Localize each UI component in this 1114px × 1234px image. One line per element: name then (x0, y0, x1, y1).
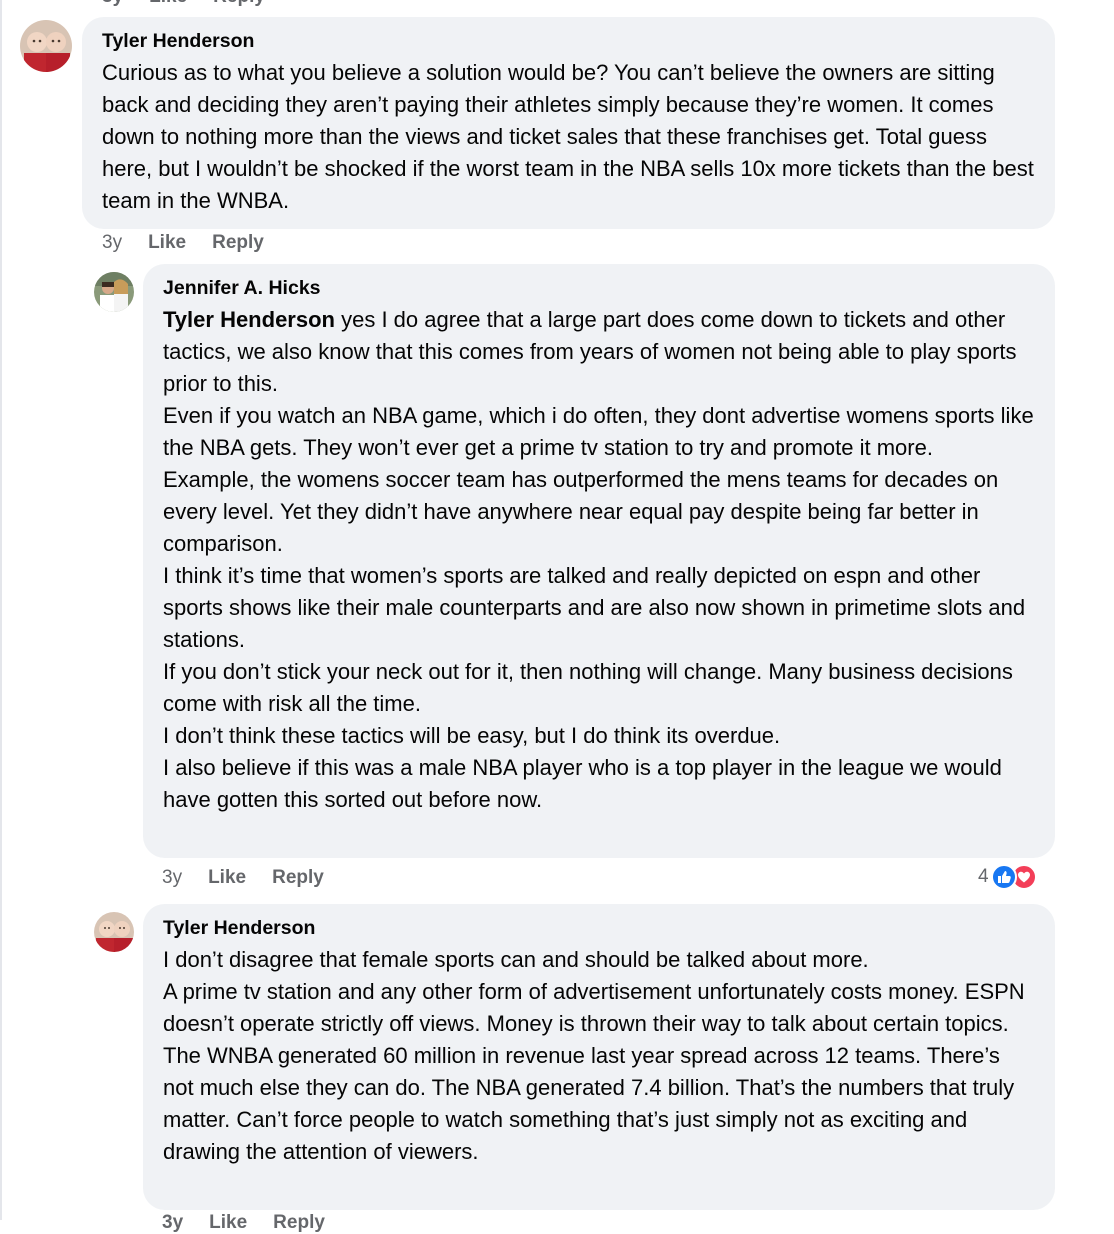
comment-author[interactable]: Jennifer A. Hicks (163, 276, 1035, 300)
comment-time[interactable]: 3y (102, 0, 123, 8)
previous-comment-actions: 3y Like Reply (102, 0, 265, 8)
comment-bubble: Tyler Henderson Curious as to what you b… (82, 17, 1055, 229)
comment-author[interactable]: Tyler Henderson (102, 29, 1035, 53)
avatar[interactable] (94, 912, 134, 952)
like-button[interactable]: Like (209, 1212, 247, 1234)
avatar-photo (94, 912, 134, 952)
comment-author[interactable]: Tyler Henderson (163, 916, 1035, 940)
comment-paragraph: I think it’s time that women’s sports ar… (163, 563, 1026, 652)
comment-actions: 3y Like Reply (162, 867, 324, 889)
reaction-summary[interactable]: 4 (978, 864, 1037, 890)
comment-paragraph: I don’t disagree that female sports can … (163, 947, 869, 972)
comment-actions: 3y Like Reply (102, 232, 264, 254)
comment-time[interactable]: 3y (102, 232, 122, 254)
like-button[interactable]: Like (148, 232, 186, 254)
reply-button[interactable]: Reply (273, 1212, 325, 1234)
avatar[interactable] (94, 272, 134, 312)
comment-actions: 3y Like Reply (162, 1212, 325, 1234)
reaction-count: 4 (978, 866, 989, 887)
comment-paragraph: Curious as to what you believe a solutio… (102, 60, 1034, 213)
reply-button[interactable]: Reply (212, 232, 264, 254)
comment-paragraph: I also believe if this was a male NBA pl… (163, 755, 1002, 812)
comment-paragraph: Even if you watch an NBA game, which i d… (163, 403, 1034, 460)
comment-paragraph: Tyler Henderson yes I do agree that a la… (163, 304, 1035, 400)
comment-paragraph: If you don’t stick your neck out for it,… (163, 659, 1013, 716)
comment-paragraph: A prime tv station and any other form of… (163, 979, 1025, 1164)
reply-button[interactable]: Reply (272, 867, 324, 889)
comment-paragraph: I don’t think these tactics will be easy… (163, 723, 781, 748)
comment-time[interactable]: 3y (162, 867, 182, 889)
comment-bubble: Tyler Henderson I don’t disagree that fe… (143, 904, 1055, 1210)
like-button[interactable]: Like (208, 867, 246, 889)
reply-button[interactable]: Reply (213, 0, 265, 8)
comment-text: I don’t disagree that female sports can … (163, 944, 1035, 1168)
left-divider (0, 0, 2, 1220)
comment-bubble: Jennifer A. Hicks Tyler Henderson yes I … (143, 264, 1055, 858)
comment-text: Curious as to what you believe a solutio… (102, 57, 1035, 217)
avatar-photo (94, 272, 134, 312)
mention-link[interactable]: Tyler Henderson (163, 307, 335, 332)
comment-time[interactable]: 3y (162, 1212, 183, 1234)
like-icon (990, 864, 1017, 890)
comment-paragraph: Example, the womens soccer team has outp… (163, 467, 999, 556)
like-button[interactable]: Like (149, 0, 187, 8)
avatar-photo (20, 20, 72, 72)
comment-text: Tyler Henderson yes I do agree that a la… (163, 304, 1035, 816)
avatar[interactable] (20, 20, 72, 72)
